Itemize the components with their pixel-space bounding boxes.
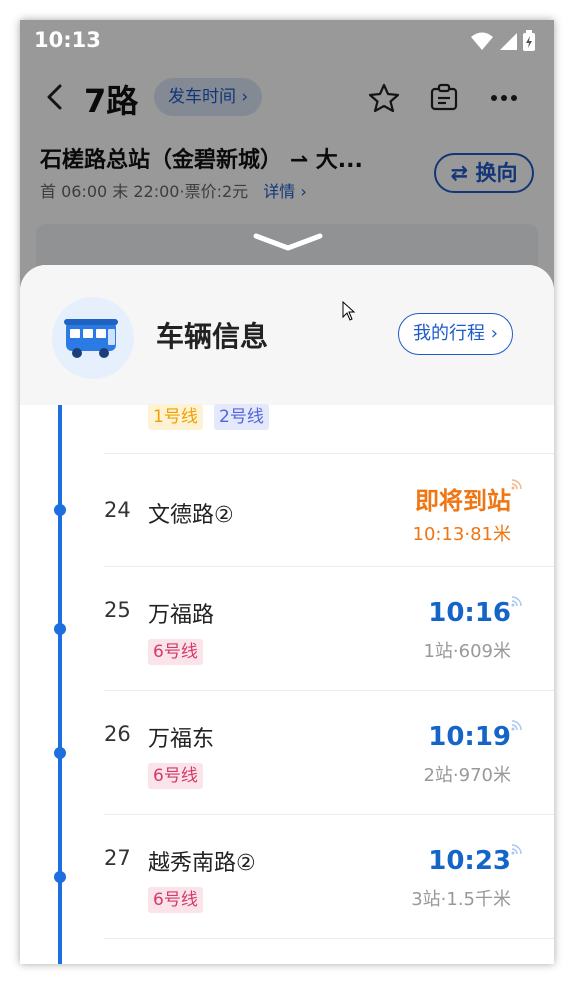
divider [104, 690, 554, 691]
arrival-detail: 10:13·81米 [412, 524, 512, 545]
metro-line-tag: 2号线 [214, 404, 269, 430]
metro-line-tag: 1号线 [148, 404, 203, 430]
bus-avatar [52, 297, 134, 379]
arrival-time: 10:16 [428, 598, 511, 628]
chevron-right-icon: › [490, 323, 498, 344]
cellular-signal-icon [500, 33, 517, 50]
collapse-chevron-icon[interactable] [252, 232, 324, 254]
station-number: 24 [104, 498, 131, 522]
station-name: 越秀南路② [148, 851, 256, 876]
arrival-status: 即将到站 [415, 487, 511, 515]
arrival-detail: 1站·609米 [423, 641, 511, 662]
station-dot [54, 747, 66, 759]
vehicle-info-sheet: 车辆信息 我的行程 › 1号线 2号线 24 文德路② 即将到站 10:13·8… [20, 265, 554, 964]
mouse-cursor-icon [342, 301, 356, 321]
realtime-signal-icon [511, 844, 522, 855]
station-dot [54, 871, 66, 883]
wifi-icon [471, 32, 493, 50]
sheet-title: 车辆信息 [156, 320, 269, 353]
station-name: 万福东 [148, 727, 215, 752]
metro-line-tag: 6号线 [148, 887, 203, 913]
sheet-header: 车辆信息 我的行程 › [20, 265, 554, 405]
divider [104, 453, 554, 454]
arrival-time: 10:23 [428, 846, 511, 876]
arrival-detail: 2站·970米 [423, 765, 511, 786]
divider [104, 566, 554, 567]
phone-screen: 7路 发车时间 › 石槎路总站（金碧新城） ⇀ 大... 首 06:00 末 2… [20, 20, 554, 964]
realtime-signal-icon [511, 479, 522, 490]
status-bar: 10:13 [20, 20, 554, 62]
station-number: 25 [104, 598, 131, 622]
arrival-time: 10:19 [428, 722, 511, 752]
divider [104, 814, 554, 815]
metro-line-tag: 6号线 [148, 763, 203, 789]
status-time: 10:13 [34, 28, 101, 52]
bus-icon [64, 319, 118, 358]
status-icons [470, 30, 536, 52]
my-trip-label: 我的行程 [413, 323, 485, 344]
arrival-detail: 3站·1.5千米 [411, 889, 511, 910]
station-dot [54, 623, 66, 635]
station-name: 文德路② [148, 503, 234, 528]
battery-icon [523, 30, 535, 51]
metro-line-tag: 6号线 [148, 639, 203, 665]
realtime-signal-icon [511, 720, 522, 731]
station-name: 万福路 [148, 603, 215, 628]
station-list: 1号线 2号线 24 文德路② 即将到站 10:13·81米 25 万福路 6号… [20, 404, 554, 964]
station-dot [54, 504, 66, 516]
realtime-signal-icon [511, 596, 522, 607]
station-number: 26 [104, 722, 131, 746]
my-trip-button[interactable]: 我的行程 › [398, 313, 513, 355]
station-number: 27 [104, 846, 131, 870]
divider [104, 938, 554, 939]
